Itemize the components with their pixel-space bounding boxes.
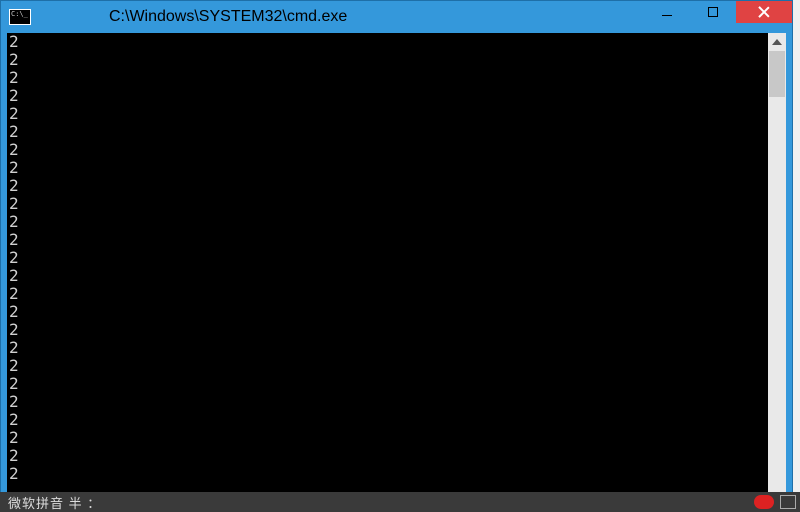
scroll-up-button[interactable] <box>768 33 786 51</box>
window-title: C:\Windows\SYSTEM32\cmd.exe <box>31 8 644 26</box>
minimize-button[interactable] <box>644 1 690 23</box>
scroll-down-button[interactable] <box>768 487 786 505</box>
close-icon <box>758 6 770 18</box>
vertical-scrollbar[interactable] <box>768 33 786 505</box>
chevron-up-icon <box>772 39 782 45</box>
minimize-icon <box>662 15 672 16</box>
terminal-lines: 2 2 2 2 2 2 2 2 2 2 2 2 2 2 2 2 2 2 2 2 … <box>9 33 766 483</box>
chevron-down-icon <box>772 493 782 499</box>
client-area: 2 2 2 2 2 2 2 2 2 2 2 2 2 2 2 2 2 2 2 2 … <box>7 33 786 505</box>
close-button[interactable] <box>736 1 792 23</box>
titlebar[interactable]: C:\Windows\SYSTEM32\cmd.exe <box>1 1 792 33</box>
app-icon-cmd <box>9 9 31 25</box>
scroll-track[interactable] <box>768 51 786 487</box>
maximize-icon <box>708 7 718 17</box>
terminal-output[interactable]: 2 2 2 2 2 2 2 2 2 2 2 2 2 2 2 2 2 2 2 2 … <box>7 33 768 505</box>
scroll-thumb[interactable] <box>769 51 785 97</box>
window-controls <box>644 1 792 33</box>
cmd-window: C:\Windows\SYSTEM32\cmd.exe 2 2 2 2 2 2 … <box>0 0 793 512</box>
maximize-button[interactable] <box>690 1 736 23</box>
